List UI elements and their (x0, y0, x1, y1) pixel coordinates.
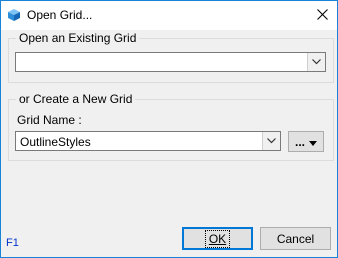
window-title: Open Grid... (27, 8, 93, 22)
grid-name-label: Grid Name : (17, 113, 82, 127)
open-grid-dialog: Open Grid... Open an Existing Grid or Cr… (0, 0, 338, 258)
close-button[interactable] (307, 1, 337, 30)
close-icon (316, 8, 328, 23)
help-hint: F1 (6, 237, 19, 249)
cancel-button[interactable]: Cancel (260, 227, 331, 250)
existing-grid-combobox[interactable] (15, 52, 326, 72)
ok-button[interactable]: OK (182, 227, 253, 250)
existing-grid-legend: Open an Existing Grid (19, 31, 137, 45)
cancel-label: Cancel (276, 231, 315, 246)
title-bar[interactable]: Open Grid... (1, 1, 337, 30)
browse-dropdown-button[interactable]: ... (288, 131, 324, 152)
triangle-down-icon (309, 135, 317, 149)
ok-label: OK (204, 229, 231, 248)
app-cube-icon (7, 8, 21, 22)
browse-label: ... (294, 134, 305, 149)
chevron-down-icon[interactable] (262, 132, 280, 150)
chevron-down-icon[interactable] (307, 53, 325, 71)
grid-name-value: OutlineStyles (20, 135, 91, 149)
grid-name-combobox[interactable]: OutlineStyles (15, 131, 281, 151)
new-grid-legend: or Create a New Grid (19, 92, 133, 106)
